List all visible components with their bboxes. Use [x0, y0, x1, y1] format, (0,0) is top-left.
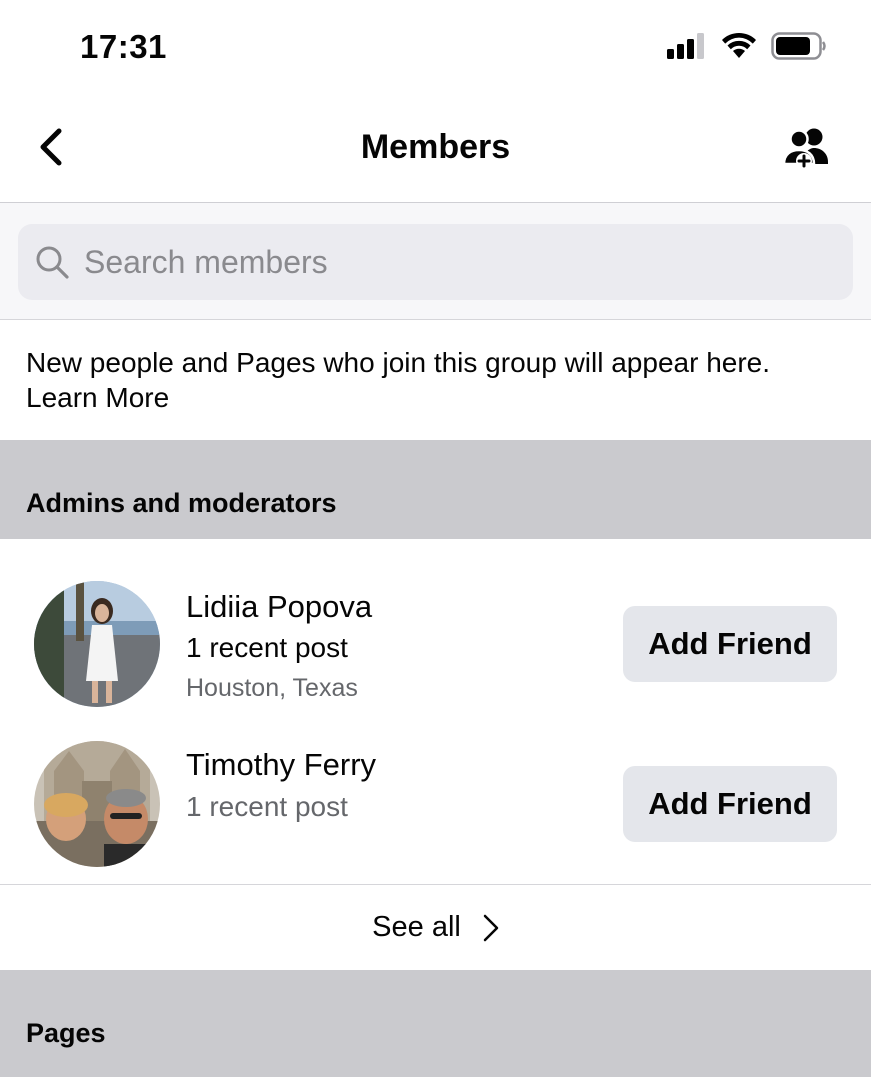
search-bar[interactable] — [18, 224, 853, 300]
search-input[interactable] — [84, 243, 784, 281]
learn-more-link[interactable]: Learn More — [26, 382, 169, 413]
avatar[interactable] — [34, 581, 160, 707]
info-message: New people and Pages who join this group… — [26, 347, 771, 378]
status-bar: 17:31 — [0, 0, 871, 96]
avatar[interactable] — [34, 741, 160, 867]
status-icons — [667, 32, 827, 60]
add-friend-button[interactable]: Add Friend — [623, 606, 837, 682]
avatar-photo — [34, 741, 160, 867]
search-icon — [36, 246, 69, 279]
info-text: New people and Pages who join this group… — [26, 345, 856, 415]
see-all-button[interactable]: See all — [0, 884, 871, 970]
add-friend-button[interactable]: Add Friend — [623, 766, 837, 842]
member-posts: 1 recent post — [186, 632, 348, 663]
member-list: Lidiia Popova 1 recent post Houston, Tex… — [0, 539, 871, 883]
members-screen: 17:31 Members Search members New people … — [0, 0, 871, 1077]
cellular-signal-icon — [667, 33, 704, 59]
member-row[interactable]: Lidiia Popova 1 recent post Houston, Tex… — [0, 539, 871, 711]
member-row[interactable]: Timothy Ferry 1 recent post Add Friend — [0, 711, 871, 883]
member-location: Houston, Texas — [186, 674, 358, 702]
pages-section-header: Pages — [0, 970, 871, 1077]
wifi-icon — [722, 32, 756, 58]
see-all-label: See all — [372, 911, 461, 943]
battery-icon — [771, 32, 826, 60]
add-members-button[interactable] — [782, 126, 831, 170]
admins-section-title: Admins and moderators — [26, 488, 337, 518]
admins-section-header: Admins and moderators — [0, 440, 871, 539]
search-section — [0, 203, 871, 320]
avatar-photo — [34, 581, 160, 707]
member-posts: 1 recent post — [186, 791, 348, 822]
page-title: Members — [360, 128, 511, 166]
member-name[interactable]: Timothy Ferry — [186, 747, 376, 783]
chevron-right-icon — [483, 914, 499, 941]
pages-section-title: Pages — [26, 1018, 106, 1048]
nav-bar: Members — [0, 96, 871, 203]
member-name[interactable]: Lidiia Popova — [186, 589, 372, 625]
info-block: New people and Pages who join this group… — [0, 321, 871, 440]
status-time: 17:31 — [80, 28, 167, 65]
add-people-icon — [782, 128, 828, 169]
